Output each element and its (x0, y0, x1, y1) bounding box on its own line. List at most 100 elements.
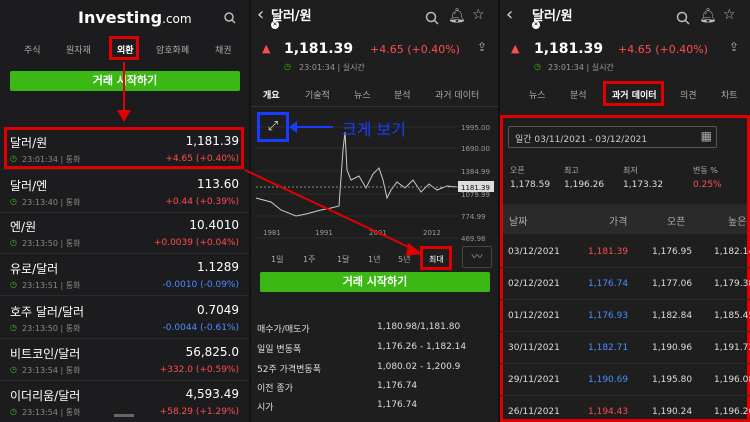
clock-icon: ◷ (10, 238, 17, 247)
table-row[interactable]: 03/12/2021 1,181.39 1,176.95 1,182.14 (500, 236, 750, 268)
tab-analysis[interactable]: 분석 (394, 88, 411, 101)
period-0[interactable]: 1일 (271, 254, 283, 265)
date-range-text: 일간 03/11/2021 - 03/12/2021 (515, 135, 648, 145)
tab-commodities[interactable]: 원자재 (66, 43, 91, 56)
tab-overview[interactable]: 개요 (263, 88, 280, 101)
forex-row[interactable]: 비트코인/달러 56,825.0 ◷ 23:13:54 | 통화 +332.0 (+0.… (0, 339, 249, 381)
clock-icon: ◷ (10, 365, 17, 374)
info-label: 일일 변동폭 (257, 345, 302, 355)
highlight-usdkrw-row (4, 127, 244, 169)
x-tick-label: 1991 (315, 229, 333, 237)
bell-icon[interactable]: 🔔︎ (699, 8, 717, 24)
table-row[interactable]: 30/11/2021 1,182.71 1,190.96 1,191.72 (500, 332, 750, 364)
share-icon[interactable]: ⇪ (477, 40, 487, 54)
tab-analysis[interactable]: 분석 (570, 88, 587, 101)
cell-date: 03/12/2021 (508, 247, 560, 257)
tab-technical[interactable]: 기술적 (305, 88, 330, 101)
logo-text: Investing (78, 8, 163, 27)
table-row[interactable]: 26/11/2021 1,194.43 1,190.24 1,196.26 (500, 396, 750, 422)
up-arrow-icon: ▲ (511, 42, 520, 55)
forex-row[interactable]: 유로/달러 1.1289 ◷ 23:13:51 | 통화 -0.0010 (-0.09%… (0, 254, 249, 296)
period-2[interactable]: 1달 (337, 254, 349, 265)
logo-suffix: .com (162, 12, 192, 26)
tab-chart[interactable]: 차트 (721, 88, 738, 101)
up-arrow-icon: ▲ (262, 42, 271, 55)
clock-icon: ◷ (284, 62, 291, 71)
forex-row[interactable]: 엔/원 10.4010 ◷ 23:13:50 | 통화 +0.0039 (+0.04%) (0, 212, 249, 254)
table-row[interactable]: 02/12/2021 1,176.74 1,177.06 1,179.38 (500, 268, 750, 300)
cell-price: 1,176.93 (588, 311, 629, 321)
pair-name: 호주 달러/달러 (10, 305, 85, 319)
cell-high: 1,182.14 (714, 247, 750, 257)
pair-type: 통화 (65, 239, 81, 248)
expand-button[interactable]: ⤢ (257, 112, 289, 142)
summary-label: 변동 % (693, 166, 718, 175)
cell-high: 1,185.45 (714, 311, 750, 321)
clock-icon: ◷ (10, 197, 17, 206)
header-price[interactable]: 가격 (609, 213, 627, 228)
share-icon[interactable]: ⇪ (729, 40, 739, 54)
cell-price: 1,190.69 (588, 375, 629, 385)
period-4[interactable]: 5년 (398, 254, 410, 265)
tab-news[interactable]: 뉴스 (529, 88, 546, 101)
pair-name: 엔/원 (10, 220, 37, 234)
tab-historical-data[interactable]: 과거 데이터 (435, 88, 479, 101)
tab-news[interactable]: 뉴스 (354, 88, 371, 101)
back-arrow-icon[interactable]: ‹ (257, 4, 264, 25)
info-value: 1,176.26 - 1,182.14 (377, 342, 467, 352)
table-row[interactable]: 01/12/2021 1,176.93 1,182.84 1,185.45 (500, 300, 750, 332)
cell-date: 02/12/2021 (508, 279, 560, 289)
price-line (255, 131, 459, 217)
back-arrow-icon[interactable]: ‹ (506, 4, 513, 25)
scroll-indicator (114, 414, 134, 417)
header-date[interactable]: 날짜 (509, 213, 527, 228)
tab-opinion[interactable]: 의견 (680, 88, 697, 101)
header-high[interactable]: 높은 (728, 213, 746, 228)
y-tick-label: 1995.00 (461, 124, 490, 132)
y-tick-label: 469.98 (461, 235, 486, 243)
tab-bonds[interactable]: 채권 (215, 43, 232, 56)
highlight-historical-tab (603, 81, 664, 106)
header-open[interactable]: 오픈 (667, 213, 685, 228)
period-1[interactable]: 1주 (303, 254, 315, 265)
flag-icon: ✕ (271, 21, 279, 29)
search-icon[interactable] (676, 11, 690, 25)
pair-type: 통화 (65, 198, 81, 207)
bell-icon[interactable]: 🔔︎ (448, 8, 466, 24)
historical-panel: ‹ 달러/원 ✕ 🔔︎ ☆ ▲ 1,181.39 +4.65 (+0.40%) … (500, 0, 750, 422)
search-icon[interactable] (224, 12, 236, 24)
time-value: 23:13:50 (22, 324, 58, 333)
update-time: 23:01:34 | 실시간 (299, 63, 365, 72)
tab-stocks[interactable]: 주식 (24, 43, 41, 56)
cell-high: 1,179.38 (714, 279, 750, 289)
tab-crypto[interactable]: 암호화폐 (156, 43, 189, 56)
period-3[interactable]: 1년 (368, 254, 380, 265)
star-icon[interactable]: ☆ (472, 7, 485, 23)
forex-row[interactable]: 달러/엔 113.60 ◷ 23:13:40 | 통화 +0.44 (+0.39%) (0, 171, 249, 213)
info-label: 시가 (257, 403, 274, 413)
annotation-arrow-line (293, 126, 333, 128)
search-icon[interactable] (425, 11, 439, 25)
pair-time: 23:13:54 | 통화 (22, 408, 81, 417)
pair-name: 비트코인/달러 (10, 347, 81, 361)
pair-time: 23:13:50 | 통화 (22, 239, 81, 248)
cell-open: 1,190.24 (652, 407, 693, 417)
star-icon[interactable]: ☆ (723, 7, 736, 23)
flag-icon: ✕ (532, 21, 540, 29)
pair-price: 56,825.0 (185, 345, 239, 359)
forex-row[interactable]: 호주 달러/달러 0.7049 ◷ 23:13:50 | 통화 -0.0044 (-0.… (0, 297, 249, 339)
clock-icon: ◷ (534, 62, 541, 71)
clock-icon: ◷ (10, 280, 17, 289)
cell-price: 1,182.71 (588, 343, 629, 353)
calendar-icon[interactable]: ▦ (701, 129, 712, 143)
annotation-label: 크게 보기 (342, 120, 406, 139)
start-trading-button[interactable]: 거래 시작하기 (10, 71, 240, 91)
table-header: 날짜 가격 오픈 높은 (503, 204, 747, 234)
chart-type-icon[interactable]: 〰 (462, 246, 492, 268)
date-range-field[interactable]: 일간 03/11/2021 - 03/12/2021 ▦ (508, 126, 717, 148)
cell-high: 1,196.26 (714, 407, 750, 417)
current-price: 1,181.39 (284, 41, 354, 57)
start-trading-button[interactable]: 거래 시작하기 (260, 272, 490, 292)
table-row[interactable]: 29/11/2021 1,190.69 1,195.80 1,196.08 (500, 364, 750, 396)
summary-value: 1,196.26 (564, 180, 605, 190)
